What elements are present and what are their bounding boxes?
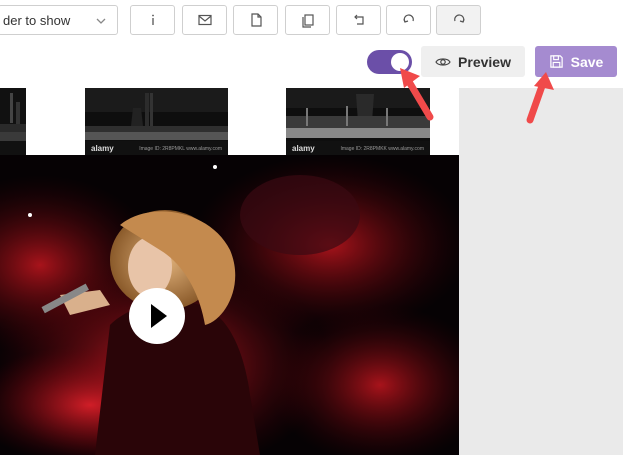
copy-button[interactable] <box>285 5 330 35</box>
chevron-down-icon <box>96 18 106 24</box>
thumbnail-footer: alamy Image ID: 2R8PMKK www.alamy.com <box>286 141 430 155</box>
thumbnail-meta: Image ID: 2R8PMKK www.alamy.com <box>340 146 424 152</box>
annotation-arrow-icon <box>400 68 434 121</box>
save-label: Save <box>570 53 604 70</box>
refresh-icon <box>453 14 465 23</box>
file-icon <box>250 13 262 27</box>
thumbnail-watermark: alamy <box>292 144 315 153</box>
annotation-arrow-icon <box>526 72 554 124</box>
redo-icon <box>402 14 414 23</box>
redo-button[interactable] <box>386 5 431 35</box>
side-panel <box>459 88 623 455</box>
thumbnail-footer: alamy Image ID: 2R8PMKL www.alamy.com <box>85 141 228 155</box>
email-button[interactable] <box>182 5 227 35</box>
play-button[interactable] <box>129 288 185 344</box>
copy-icon <box>301 14 314 28</box>
undo-button[interactable] <box>336 5 381 35</box>
video-preview[interactable] <box>0 155 459 455</box>
file-button[interactable] <box>233 5 278 35</box>
undo-icon <box>353 14 364 25</box>
mail-icon <box>197 14 212 26</box>
info-icon <box>151 14 154 25</box>
refresh-button[interactable] <box>436 5 481 35</box>
info-button[interactable] <box>130 5 175 35</box>
play-icon <box>151 304 167 328</box>
thumbnail-meta: Image ID: 2R8PMKL www.alamy.com <box>139 146 222 152</box>
folder-select-value: der to show <box>3 13 71 28</box>
thumbnail-watermark: alamy <box>91 144 114 153</box>
video-thumbnail-image <box>0 155 459 455</box>
folder-select[interactable]: der to show <box>0 5 118 35</box>
floppy-disk-icon <box>549 55 563 68</box>
thumbnail-1[interactable] <box>0 88 26 155</box>
preview-label: Preview <box>458 53 511 70</box>
thumbnail-footer <box>0 141 26 155</box>
thumbnail-2[interactable]: alamy Image ID: 2R8PMKL www.alamy.com <box>85 88 228 155</box>
